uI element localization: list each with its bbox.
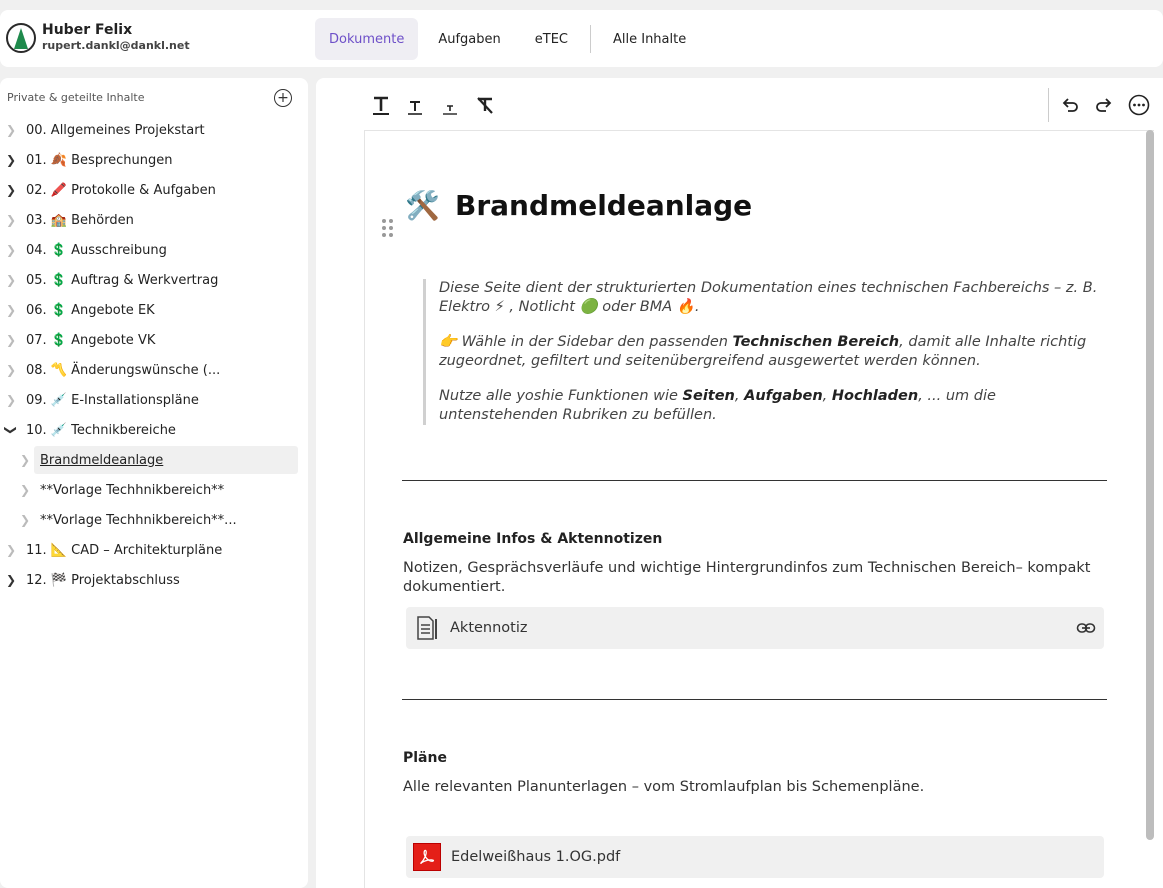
document-page: 🛠️ Brandmeldeanlage Diese Seite dient de… xyxy=(364,130,1154,888)
sidebar-item-label: 12. 🏁 Projektabschluss xyxy=(26,572,180,588)
link-icon[interactable] xyxy=(1076,618,1096,642)
avatar[interactable] xyxy=(6,23,36,53)
section-heading-plaene[interactable]: Pläne xyxy=(403,750,447,766)
chevron-down-icon[interactable]: ❯ xyxy=(4,419,18,441)
sidebar-item-label: 10. 💉 Technikbereiche xyxy=(26,422,176,438)
chevron-right-icon[interactable]: ❯ xyxy=(0,393,22,407)
pdf-icon xyxy=(413,843,441,871)
user-name: Huber Felix xyxy=(42,22,133,38)
undo-icon[interactable] xyxy=(1060,94,1080,116)
chevron-right-icon[interactable]: ❯ xyxy=(0,303,22,317)
sidebar-item-besprechungen[interactable]: ❯ 01. 🍂 Besprechungen xyxy=(0,145,308,175)
toolbar-divider xyxy=(1048,88,1049,122)
sidebar-item-aenderungswuensche[interactable]: ❯ 08. 〽️ Änderungswünsche (... xyxy=(0,355,308,385)
quote-paragraph-2: 👉 Wähle in der Sidebar den passenden Tec… xyxy=(439,334,1087,369)
info-quote[interactable]: Diese Seite dient der strukturierten Dok… xyxy=(423,279,1113,425)
sidebar-item-projektabschluss[interactable]: ❯ 12. 🏁 Projektabschluss xyxy=(0,565,308,595)
divider xyxy=(402,699,1107,700)
page-title-row: 🛠️ Brandmeldeanlage xyxy=(405,189,752,222)
quote-paragraph-3: Nutze alle yoshie Funktionen wie Seiten,… xyxy=(439,388,996,423)
chevron-right-icon[interactable]: ❯ xyxy=(0,243,22,257)
sidebar-item-label: **Vorlage Techhnikbereich**... xyxy=(40,512,237,528)
drag-handle-icon[interactable] xyxy=(382,219,394,237)
tab-etec[interactable]: eTEC xyxy=(521,18,582,60)
sidebar-item-label: 05. 💲 Auftrag & Werkvertrag xyxy=(26,272,219,288)
sidebar-item-label: 08. 〽️ Änderungswünsche (... xyxy=(26,362,221,378)
embed-aktennotiz[interactable]: Aktennotiz xyxy=(406,607,1104,649)
clear-format-icon[interactable] xyxy=(475,94,495,116)
document-icon xyxy=(414,615,440,641)
tab-dokumente[interactable]: Dokumente xyxy=(315,18,419,60)
sidebar-item-label: 09. 💉 E-Installationspläne xyxy=(26,392,199,408)
chevron-right-icon[interactable]: ❯ xyxy=(0,153,22,167)
text-large-icon[interactable] xyxy=(372,94,390,116)
page-title[interactable]: Brandmeldeanlage xyxy=(455,189,752,222)
sidebar-item-vorlage-2[interactable]: ❯ **Vorlage Techhnikbereich**... xyxy=(0,505,308,535)
sidebar-item-label: 00. Allgemeines Projekstart xyxy=(26,122,205,138)
sidebar-item-brandmeldeanlage[interactable]: ❯ Brandmeldeanlage xyxy=(0,445,308,475)
editor-area: 🛠️ Brandmeldeanlage Diese Seite dient de… xyxy=(316,78,1163,888)
top-bar: Huber Felix rupert.dankl@dankl.net Dokum… xyxy=(0,10,1163,67)
user-email: rupert.dankl@dankl.net xyxy=(42,39,190,52)
tab-divider xyxy=(589,25,591,53)
sidebar-item-vorlage-1[interactable]: ❯ **Vorlage Techhnikbereich** xyxy=(0,475,308,505)
text-small-icon[interactable] xyxy=(442,94,458,116)
sidebar-item-label: **Vorlage Techhnikbereich** xyxy=(40,482,225,498)
page-tree: ❯ 00. Allgemeines Projekstart ❯ 01. 🍂 Besp… xyxy=(0,115,308,595)
sidebar-item-label: 06. 💲 Angebote EK xyxy=(26,302,155,318)
scrollbar[interactable] xyxy=(1146,130,1154,840)
quote-paragraph-1: Diese Seite dient der strukturierten Dok… xyxy=(439,280,1098,315)
tools-icon[interactable]: 🛠️ xyxy=(405,189,443,222)
sidebar-item-label: 04. 💲 Ausschreibung xyxy=(26,242,167,258)
text-medium-icon[interactable] xyxy=(407,94,423,116)
main-tabs: Dokumente Aufgaben eTEC Alle Inhalte xyxy=(315,18,700,60)
chevron-right-icon[interactable]: ❯ xyxy=(0,213,22,227)
chevron-right-icon[interactable]: ❯ xyxy=(0,333,22,347)
editor-toolbar xyxy=(316,78,1163,130)
more-icon[interactable] xyxy=(1128,94,1150,116)
sidebar-item-label: 03. 🏫 Behörden xyxy=(26,212,134,228)
embed-pdf[interactable]: Edelweißhaus 1.OG.pdf xyxy=(406,836,1104,878)
sidebar-heading: Private & geteilte Inhalte xyxy=(7,91,145,104)
chevron-right-icon[interactable]: ❯ xyxy=(0,543,22,557)
user-info[interactable]: Huber Felix rupert.dankl@dankl.net xyxy=(6,22,190,54)
sidebar-item-cad[interactable]: ❯ 11. 📐 CAD – Architekturpläne xyxy=(0,535,308,565)
embed-label: Edelweißhaus 1.OG.pdf xyxy=(451,849,621,865)
section-heading-infos[interactable]: Allgemeine Infos & Aktennotizen xyxy=(403,531,662,547)
tab-alle-inhalte[interactable]: Alle Inhalte xyxy=(599,18,700,60)
chevron-right-icon[interactable]: ❯ xyxy=(0,273,22,287)
tab-aufgaben[interactable]: Aufgaben xyxy=(424,18,514,60)
sidebar-item-technikbereiche[interactable]: ❯ 10. 💉 Technikbereiche xyxy=(0,415,308,445)
section-text-infos[interactable]: Notizen, Gesprächsverläufe und wichtige … xyxy=(403,559,1113,597)
sidebar-item-angebote-vk[interactable]: ❯ 07. 💲 Angebote VK xyxy=(0,325,308,355)
chevron-right-icon[interactable]: ❯ xyxy=(0,573,22,587)
chevron-right-icon[interactable]: ❯ xyxy=(0,363,22,377)
sidebar-item-angebote-ek[interactable]: ❯ 06. 💲 Angebote EK xyxy=(0,295,308,325)
sidebar-item-label: 11. 📐 CAD – Architekturpläne xyxy=(26,542,223,558)
plus-circle-icon[interactable]: + xyxy=(274,89,292,107)
sidebar-item-label: 07. 💲 Angebote VK xyxy=(26,332,156,348)
sidebar-item-label: 02. 🖍️ Protokolle & Aufgaben xyxy=(26,182,216,198)
divider xyxy=(402,480,1107,481)
sidebar-item-protokolle[interactable]: ❯ 02. 🖍️ Protokolle & Aufgaben xyxy=(0,175,308,205)
sidebar-item-allgemeines-projektstart[interactable]: ❯ 00. Allgemeines Projekstart xyxy=(0,115,308,145)
section-text-plaene[interactable]: Alle relevanten Planunterlagen – vom Str… xyxy=(403,778,1113,797)
chevron-right-icon[interactable]: ❯ xyxy=(0,123,22,137)
sidebar-item-behoerden[interactable]: ❯ 03. 🏫 Behörden xyxy=(0,205,308,235)
sidebar-item-e-installationsplaene[interactable]: ❯ 09. 💉 E-Installationspläne xyxy=(0,385,308,415)
sidebar-item-ausschreibung[interactable]: ❯ 04. 💲 Ausschreibung xyxy=(0,235,308,265)
chevron-right-icon[interactable]: ❯ xyxy=(14,513,36,527)
chevron-right-icon[interactable]: ❯ xyxy=(14,483,36,497)
chevron-right-icon[interactable]: ❯ xyxy=(14,453,36,467)
redo-icon[interactable] xyxy=(1094,94,1114,116)
sidebar-item-auftrag[interactable]: ❯ 05. 💲 Auftrag & Werkvertrag xyxy=(0,265,308,295)
embed-label: Aktennotiz xyxy=(450,620,528,636)
sidebar-item-label: Brandmeldeanlage xyxy=(40,452,164,468)
sidebar-item-label: 01. 🍂 Besprechungen xyxy=(26,152,173,168)
chevron-right-icon[interactable]: ❯ xyxy=(0,183,22,197)
sidebar: Private & geteilte Inhalte + ❯ 00. Allgem… xyxy=(0,78,308,888)
